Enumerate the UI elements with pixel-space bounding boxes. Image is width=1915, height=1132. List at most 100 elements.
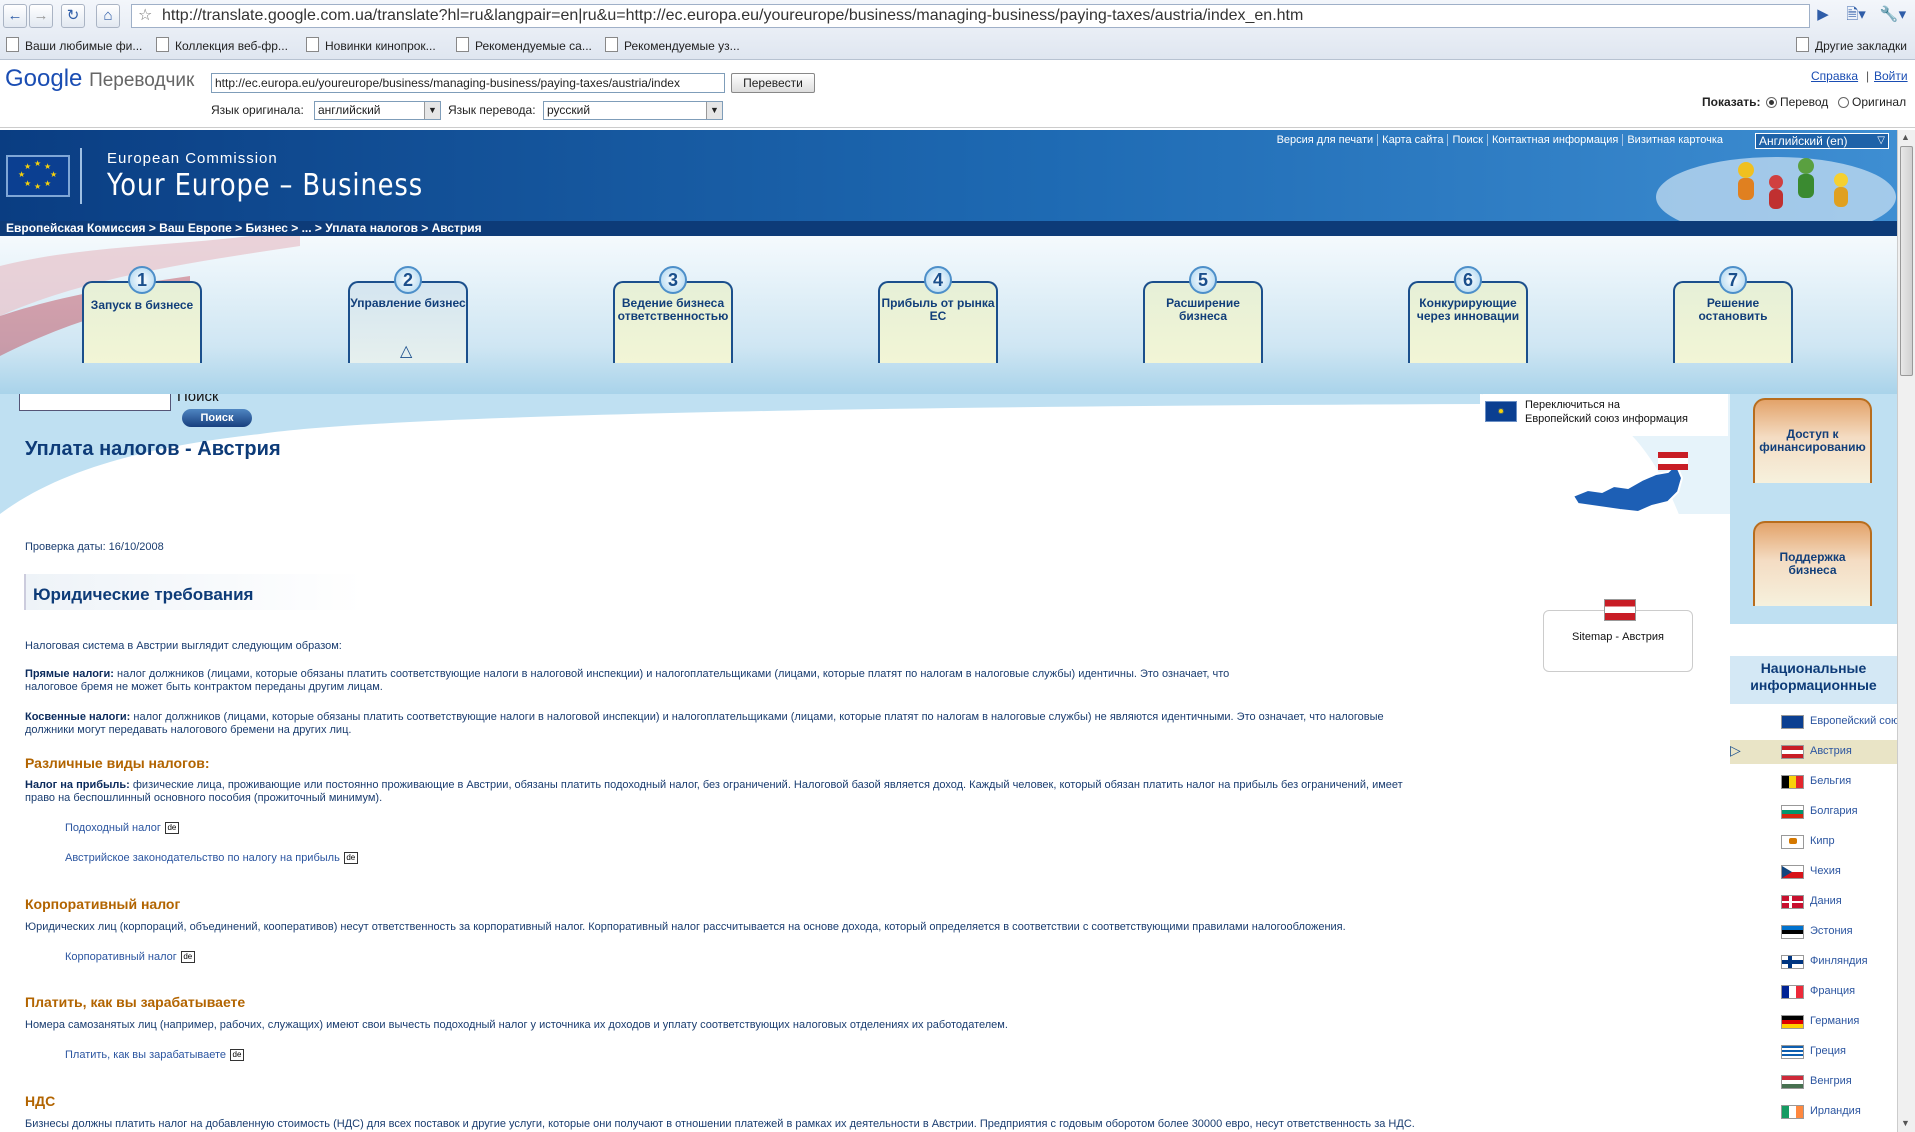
corporate-tax-heading: Корпоративный налог	[25, 896, 181, 912]
bookmark-item[interactable]: Ваши любимые фи...	[6, 37, 142, 53]
profit-tax-text: физические лица, проживающие или постоян…	[132, 779, 1403, 791]
translate-url-input[interactable]: http://ec.europa.eu/youreurope/business/…	[211, 73, 725, 93]
business-card-link[interactable]: Визитная карточка	[1623, 134, 1727, 146]
step-6[interactable]: 6 Конкурирующие через инновации	[1408, 266, 1528, 363]
search-link[interactable]: Поиск	[1448, 134, 1488, 146]
eu-flag-icon: ★ ★ ★ ★ ★ ★ ★ ★	[6, 155, 70, 197]
star-icon[interactable]: ☆	[138, 5, 152, 27]
country-link-denmark[interactable]: Дания	[1810, 895, 1842, 907]
switch-eu-box[interactable]: ✹ Переключиться на Европейский союз инфо…	[1483, 394, 1728, 436]
show-label: Показать:	[1702, 95, 1761, 109]
back-icon[interactable]: ←	[3, 4, 27, 28]
show-translation-radio[interactable]: Перевод	[1766, 95, 1828, 109]
country-link-finland[interactable]: Финляндия	[1810, 955, 1868, 967]
country-link-bulgaria[interactable]: Болгария	[1810, 805, 1858, 817]
page-title: Уплата налогов - Австрия	[25, 438, 281, 460]
national-info-heading: Национальные информационные	[1730, 656, 1897, 704]
indirect-taxes-label: Косвенные налоги:	[25, 711, 131, 723]
login-link[interactable]: Войти	[1874, 69, 1908, 83]
site-title: Your Europe – Business	[107, 168, 424, 203]
country-link-ireland[interactable]: Ирландия	[1810, 1105, 1861, 1117]
access-finance-button[interactable]: Доступ к финансированию	[1753, 398, 1872, 483]
sitemap-link[interactable]: Карта сайта	[1378, 134, 1449, 146]
direct-taxes-text: налог должников (лицами, которые обязаны…	[117, 668, 1230, 680]
indirect-taxes-text: налог должников (лицами, которые обязаны…	[133, 711, 1384, 723]
country-link-france[interactable]: Франция	[1810, 985, 1855, 997]
step-5[interactable]: 5 Расширение бизнеса	[1143, 266, 1263, 363]
bookmarks-bar: Ваши любимые фи... Коллекция веб-фр... Н…	[0, 33, 1915, 57]
search-button[interactable]: Поиск	[182, 409, 252, 427]
country-link-eu[interactable]: Европейский союз	[1810, 715, 1897, 727]
country-link-belgium[interactable]: Бельгия	[1810, 775, 1851, 787]
reload-icon[interactable]: ↻	[61, 4, 85, 28]
business-support-button[interactable]: Поддержка бизнеса	[1753, 521, 1872, 606]
country-link-czech[interactable]: Чехия	[1810, 865, 1841, 877]
germany-flag-icon	[1781, 1015, 1804, 1029]
paye-link[interactable]: Платить, как вы зарабатываете de	[65, 1049, 244, 1061]
vat-text: Бизнесы должны платить налог на добавлен…	[25, 1118, 1415, 1130]
scroll-down-icon: ▼	[1901, 1118, 1910, 1128]
translate-button[interactable]: Перевести	[731, 73, 815, 93]
bulgaria-flag-icon	[1781, 805, 1804, 819]
step-2[interactable]: 2 Управление бизнес △	[348, 266, 468, 363]
ireland-flag-icon	[1781, 1105, 1804, 1119]
target-language-label: Язык перевода:	[448, 103, 536, 117]
selected-country-marker-icon: ▷	[1730, 742, 1741, 758]
section-heading: Юридические требования	[33, 585, 254, 604]
active-step-marker-icon: △	[400, 343, 413, 360]
sitemap-austria-box[interactable]: Sitemap - Австрия	[1543, 599, 1693, 672]
bookmark-item[interactable]: Новинки кинопрок...	[306, 37, 436, 53]
country-link-cyprus[interactable]: Кипр	[1810, 835, 1835, 847]
step-7[interactable]: 7 Решение остановить	[1673, 266, 1793, 363]
bookmark-item[interactable]: Рекомендуемые са...	[456, 37, 592, 53]
profit-tax-label: Налог на прибыль:	[25, 779, 130, 791]
address-bar[interactable]: ☆ http://translate.google.com.ua/transla…	[131, 4, 1810, 28]
de-language-icon: de	[164, 822, 179, 834]
bookmark-item[interactable]: Коллекция веб-фр...	[156, 37, 288, 53]
austria-flag-icon	[1604, 599, 1636, 621]
scrollbar-thumb[interactable]	[1900, 146, 1913, 376]
country-link-estonia[interactable]: Эстония	[1810, 925, 1853, 937]
step-3[interactable]: 3 Ведение бизнеса ответственностью	[613, 266, 733, 363]
help-link[interactable]: Справка	[1811, 69, 1858, 83]
country-link-greece[interactable]: Греция	[1810, 1045, 1846, 1057]
income-tax-law-link[interactable]: Австрийское законодательство по налогу н…	[65, 852, 358, 864]
vertical-scrollbar[interactable]: ▲ ▼	[1897, 130, 1915, 1132]
breadcrumb[interactable]: Европейская Комиссия > Ваш Европе > Бизн…	[0, 221, 1897, 236]
bookmark-item[interactable]: Рекомендуемые уз...	[605, 37, 740, 53]
show-original-radio[interactable]: Оригинал	[1838, 95, 1906, 109]
contact-link[interactable]: Контактная информация	[1487, 134, 1624, 146]
ec-header: ★ ★ ★ ★ ★ ★ ★ ★ European Commission Your Euro…	[0, 130, 1897, 221]
country-link-hungary[interactable]: Венгрия	[1810, 1075, 1852, 1087]
step-1[interactable]: 1 Запуск в бизнесе	[82, 266, 202, 363]
czech-flag-icon	[1781, 865, 1804, 879]
austria-map-icon	[1571, 452, 1688, 514]
scroll-up-icon: ▲	[1901, 132, 1910, 142]
language-select[interactable]: Английский (en) ▽	[1755, 133, 1889, 149]
search-label: Поиск	[177, 394, 219, 405]
corporate-tax-link[interactable]: Корпоративный налог de	[65, 951, 195, 963]
wrench-icon[interactable]: 🔧▾	[1876, 4, 1910, 28]
google-logo[interactable]: Google Переводчик	[5, 65, 194, 93]
source-language-select[interactable]: английский ▼	[314, 101, 441, 120]
country-link-austria[interactable]: Австрия	[1810, 745, 1852, 757]
hungary-flag-icon	[1781, 1075, 1804, 1089]
search-input[interactable]	[19, 394, 171, 411]
translate-bar: Google Переводчик http://ec.europa.eu/yo…	[0, 61, 1915, 128]
income-tax-link[interactable]: Подоходный налог de	[65, 822, 179, 834]
austria-flag-icon	[1781, 745, 1804, 759]
home-icon[interactable]: ⌂	[96, 4, 120, 28]
org-name: European Commission	[107, 150, 278, 167]
go-icon[interactable]: ▶	[1812, 4, 1834, 28]
country-link-germany[interactable]: Германия	[1810, 1015, 1859, 1027]
address-bar-text: http://translate.google.com.ua/translate…	[162, 7, 1304, 24]
other-bookmarks[interactable]: Другие закладки	[1796, 37, 1907, 53]
page-menu-icon[interactable]: 🗎▾	[1840, 4, 1872, 28]
denmark-flag-icon	[1781, 895, 1804, 909]
de-language-icon: de	[230, 1049, 244, 1061]
forward-icon[interactable]: →	[29, 4, 53, 28]
target-language-select[interactable]: русский ▼	[543, 101, 723, 120]
print-link[interactable]: Версия для печати	[1272, 134, 1379, 146]
step-4[interactable]: 4 Прибыль от рынка ЕС	[878, 266, 998, 363]
cyprus-flag-icon	[1781, 835, 1804, 849]
